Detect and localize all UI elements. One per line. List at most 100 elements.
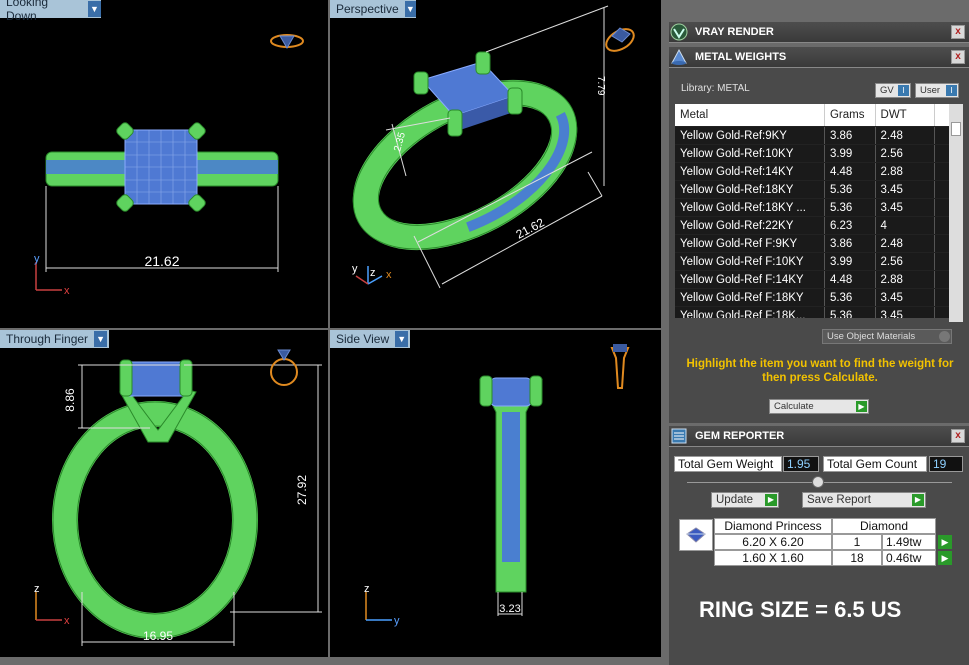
table-row[interactable]: Yellow Gold-Ref:18KY 5.36 3.45 [675,180,955,199]
table-cell: Yellow Gold-Ref:14KY [675,162,825,181]
table-cell: 5.36 [824,198,876,217]
gem-row-go-button[interactable]: ▶ [938,535,952,549]
chevron-down-icon[interactable]: ▼ [404,1,416,17]
table-cell: 4.48 [824,270,876,289]
close-icon[interactable]: x [951,50,965,64]
table-cell: Yellow Gold-Ref F:9KY [675,234,825,253]
table-row[interactable]: Yellow Gold-Ref F:18K... 5.36 3.45 [675,306,955,318]
use-object-materials-checkbox[interactable]: Use Object Materials [822,329,952,344]
table-row[interactable]: Yellow Gold-Ref F:9KY 3.86 2.48 [675,234,955,253]
table-cell: 2.88 [875,270,935,289]
play-icon: ▶ [912,494,924,506]
column-header[interactable]: Grams [824,104,876,127]
dimension-label: 21.62 [144,253,179,269]
viewport-tab-perspective[interactable]: Perspective ▼ [330,0,416,18]
table-cell: 3.45 [875,288,935,307]
table-cell: 5.36 [824,306,876,318]
column-header[interactable]: DWT [875,104,935,127]
chevron-down-icon[interactable]: ▼ [94,331,108,347]
side-view-render: 3.23 z y [364,344,630,627]
total-gem-weight-value: 1.95 [783,456,819,472]
table-header-row: Metal Grams DWT [675,104,955,127]
looking-down-render: 21.62 y x [34,34,304,297]
view-cube-icon[interactable] [270,349,298,386]
save-report-button[interactable]: Save Report ▶ [802,492,926,508]
table-row[interactable]: Yellow Gold-Ref:10KY 3.99 2.56 [675,144,955,163]
table-row[interactable]: Yellow Gold-Ref F:10KY 3.99 2.56 [675,252,955,271]
gem-cell-size: 1.60 X 1.60 [714,550,832,566]
total-gem-weight-label: Total Gem Weight [674,456,782,472]
table-cell: 2.56 [875,252,935,271]
library-label: Library: METAL [681,83,750,94]
total-gem-count-value: 19 [929,456,963,472]
table-row[interactable]: Yellow Gold-Ref F:14KY 4.48 2.88 [675,270,955,289]
chevron-down-icon[interactable]: ▼ [88,1,101,17]
axis-x-label: x [386,269,392,281]
table-cell: 3.86 [824,234,876,253]
axis-y-label: y [394,615,400,627]
radio-icon [939,331,950,342]
gem-cell-size: 6.20 X 6.20 [714,534,832,550]
user-toggle[interactable]: User I [915,83,959,98]
table-cell: 3.45 [875,198,935,217]
slider-thumb[interactable] [812,476,824,488]
table-cell: 3.45 [875,306,935,318]
view-cube-icon[interactable] [603,25,638,56]
metal-table[interactable]: Metal Grams DWT Yellow Gold-Ref:9KY 3.86 2… [675,104,955,318]
table-row[interactable]: Yellow Gold-Ref:14KY 4.48 2.88 [675,162,955,181]
table-cell: 5.36 [824,288,876,307]
table-row[interactable]: Yellow Gold-Ref:9KY 3.86 2.48 [675,126,955,145]
table-row[interactable]: Yellow Gold-Ref:18KY ... 5.36 3.45 [675,198,955,217]
axis-x-label: x [64,285,70,297]
viewport-label: Through Finger [6,332,89,346]
dimension-label: 7.79 [595,76,606,96]
panel-title: VRAY RENDER [695,26,774,38]
update-button[interactable]: Update ▶ [711,492,779,508]
gem-reporter-panel: Total Gem Weight 1.95 Total Gem Count 19… [669,447,969,665]
gem-cell-weight: 0.46tw [882,550,936,566]
gem-row-go-button[interactable]: ▶ [938,551,952,565]
table-cell: 3.86 [824,126,876,145]
metal-weights-panel: Library: METAL GV I User I Metal Grams D… [669,68,969,423]
toggle-indicator-icon: I [946,85,957,96]
table-cell: 2.48 [875,126,935,145]
table-cell: Yellow Gold-Ref F:10KY [675,252,825,271]
close-icon[interactable]: x [951,25,965,39]
metal-weights-header[interactable]: METAL WEIGHTS x [669,47,969,68]
column-header[interactable]: Metal [675,104,825,127]
through-finger-render: 8.86 27.92 16.95 z x [34,349,322,646]
view-cube-icon[interactable] [610,344,630,389]
play-icon: ▶ [856,401,867,412]
gem-cell-count: 1 [832,534,882,550]
table-cell: Yellow Gold-Ref F:18KY [675,288,825,307]
vray-render-header[interactable]: VRAY RENDER x [669,22,969,43]
close-icon[interactable]: x [951,429,965,443]
dimension-label: 16.95 [143,629,173,643]
table-cell: 3.99 [824,252,876,271]
table-row[interactable]: Yellow Gold-Ref F:18KY 5.36 3.45 [675,288,955,307]
gem-reporter-header[interactable]: GEM REPORTER x [669,426,969,447]
viewport-through-finger[interactable]: 8.86 27.92 16.95 z x Through Finger ▼ [0,330,328,657]
table-cell: Yellow Gold-Ref F:14KY [675,270,825,289]
scrollbar-thumb[interactable] [951,122,961,136]
axis-y-label: y [352,263,358,275]
metal-table-scrollbar[interactable] [949,104,963,322]
dimension-label: 3.23 [499,603,520,615]
play-icon: ▶ [765,494,777,506]
viewport-tab-looking-down[interactable]: Looking Down ▼ [0,0,101,23]
viewport-tab-through-finger[interactable]: Through Finger ▼ [0,330,109,348]
gv-toggle[interactable]: GV I [875,83,911,98]
column-header: Diamond [832,518,936,534]
chevron-down-icon[interactable]: ▼ [395,331,409,347]
table-cell: 2.56 [875,144,935,163]
viewport-label: Looking Down [6,0,49,23]
viewport-tab-side-view[interactable]: Side View ▼ [330,330,410,348]
viewport-side-view[interactable]: 3.23 z y Side View ▼ [330,330,661,657]
view-cube-icon[interactable] [270,34,304,49]
viewport-perspective[interactable]: 21.62 2.35 7.79 y z x Perspective ▼ [330,0,661,328]
dimension-label: 21.62 [514,215,547,242]
calculate-button[interactable]: Calculate ▶ [769,399,869,414]
panel-title: GEM REPORTER [695,430,785,442]
viewport-looking-down[interactable]: 21.62 y x Looking Down ▼ [0,0,328,328]
table-row[interactable]: Yellow Gold-Ref:22KY 6.23 4 [675,216,955,235]
